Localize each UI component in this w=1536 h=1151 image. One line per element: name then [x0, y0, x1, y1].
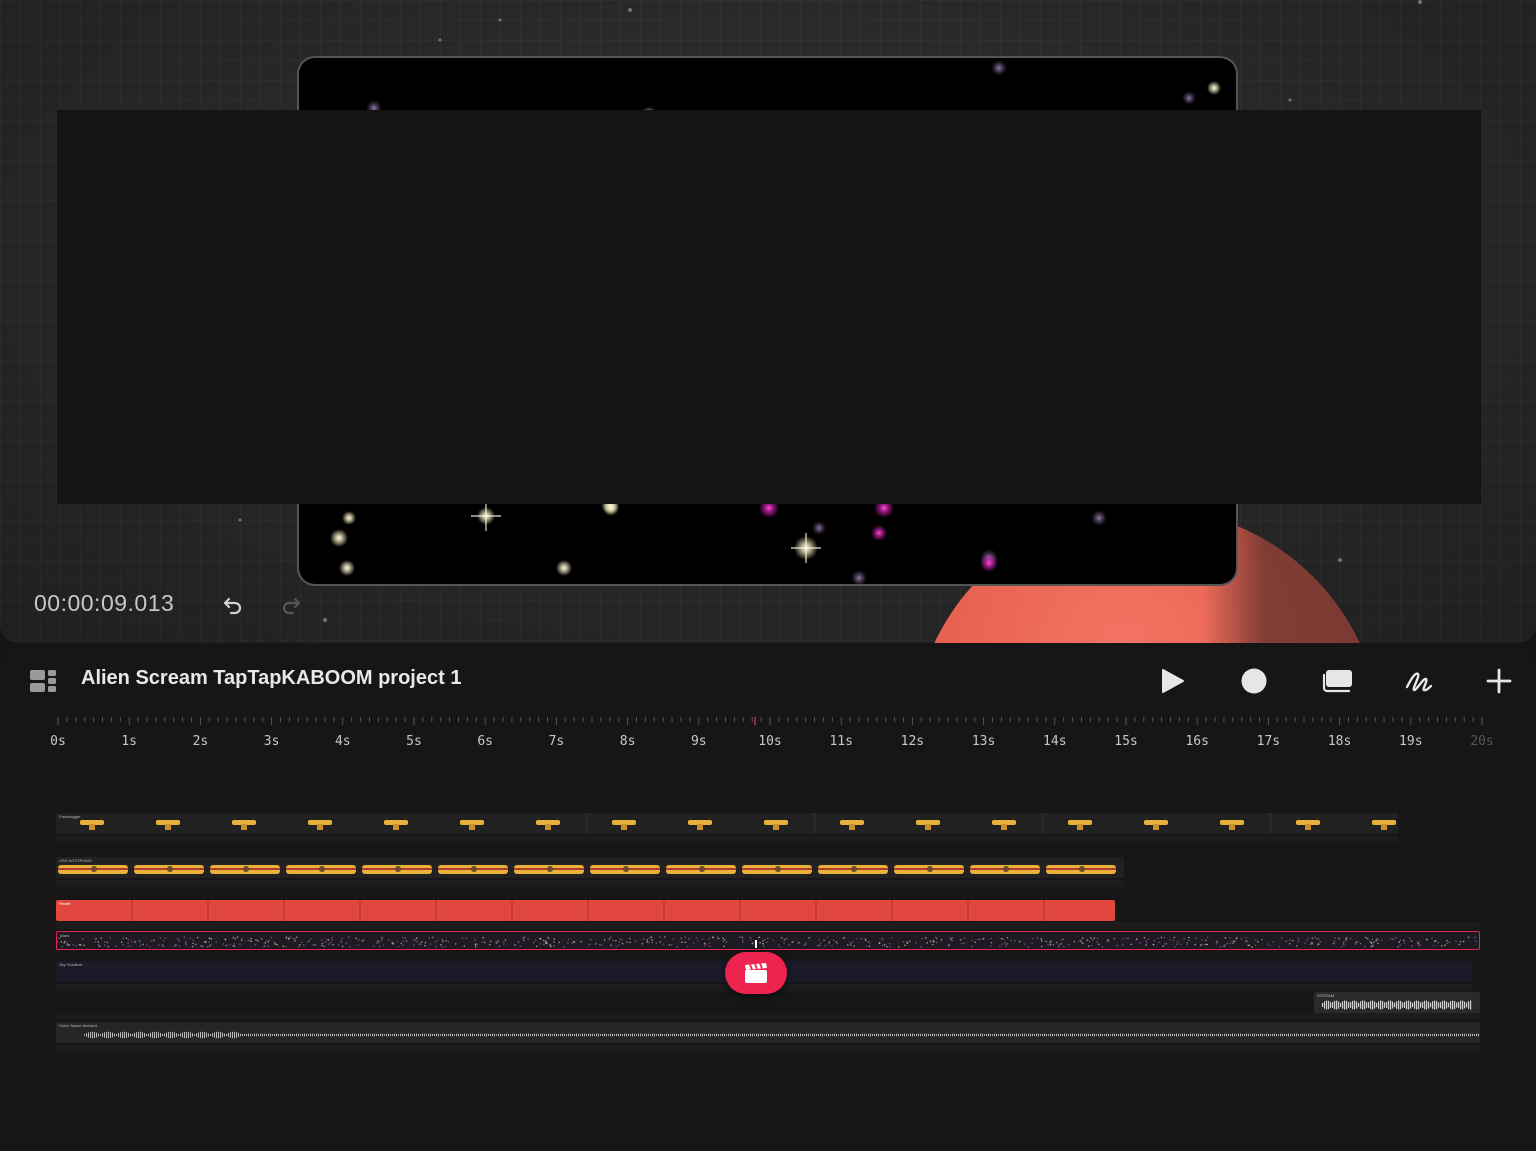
ruler-label: 9s [691, 734, 707, 749]
layout-icon [30, 670, 56, 692]
time-ruler[interactable]: 0s 1s 2s 3s 4s 5s 6s 7s 8s 9s 10s 11s 12s 13s 14s 15s 16… [0, 717, 1536, 757]
ruler-label: 10s [758, 734, 781, 749]
project-title[interactable]: Alien Scream TapTapKABOOM project 1 [81, 667, 461, 690]
ruler-label: 11s [829, 734, 852, 749]
ruler-ticks: 0s 1s 2s 3s 4s 5s 6s 7s 8s 9s 10s 11s 12s 13s 14s 15s 16… [50, 717, 1494, 749]
ruler-label: 20s [1470, 734, 1493, 749]
ruler-label: 13s [972, 734, 995, 749]
ruler-label: 0s [50, 734, 66, 749]
play-icon [1162, 669, 1184, 693]
layers-icon [1322, 670, 1352, 693]
undo-icon [223, 597, 242, 615]
ruler-label: 19s [1399, 734, 1422, 749]
timeline-editor: Alien Scream TapTapKABOOM project 1 0s 1… [0, 647, 1536, 1151]
ruler-label: 6s [477, 734, 493, 749]
ruler-label: 8s [620, 734, 636, 749]
ruler-label: 17s [1257, 734, 1280, 749]
record-dot-icon [1241, 668, 1267, 694]
undo-button[interactable] [220, 591, 246, 617]
ruler-label: 16s [1185, 734, 1208, 749]
add-icon [1486, 668, 1512, 694]
toolbar: Alien Scream TapTapKABOOM project 1 [0, 647, 1536, 717]
ruler-label: 15s [1114, 734, 1137, 749]
ruler-label: 4s [335, 734, 351, 749]
timecode-display: 00:00:09.013 [34, 590, 175, 616]
redo-button[interactable] [278, 591, 304, 617]
layers-button[interactable] [1320, 664, 1356, 698]
ruler-label: 7s [549, 734, 565, 749]
scene-capture-button[interactable] [725, 952, 787, 994]
ruler-label: 14s [1043, 734, 1066, 749]
record-button[interactable] [1237, 664, 1271, 698]
ruler-label: 18s [1328, 734, 1351, 749]
ruler-label: 1s [121, 734, 137, 749]
clapperboard-icon [745, 963, 767, 983]
ruler-label: 12s [901, 734, 924, 749]
draw-icon [1405, 672, 1433, 692]
redo-icon [282, 597, 301, 615]
ruler-label: 5s [406, 734, 422, 749]
play-button[interactable] [1155, 664, 1189, 698]
tracks-area [56, 110, 1482, 504]
ruler-label: 3s [264, 734, 280, 749]
add-button[interactable] [1482, 664, 1516, 698]
playhead[interactable] [755, 940, 757, 948]
draw-button[interactable] [1402, 664, 1436, 698]
layout-toggle-button[interactable] [28, 668, 58, 694]
ruler-label: 2s [193, 734, 209, 749]
